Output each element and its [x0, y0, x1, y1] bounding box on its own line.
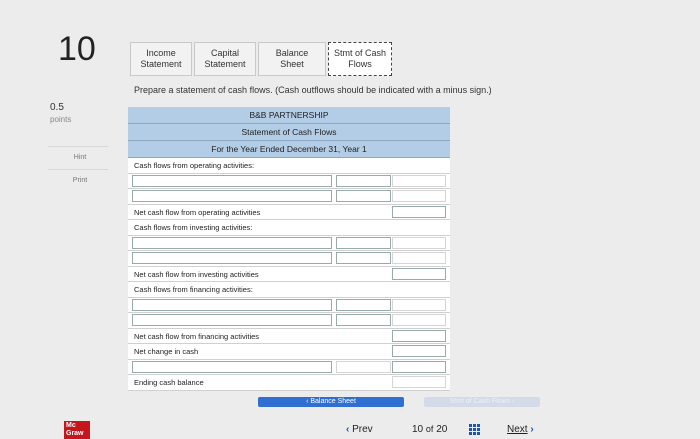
question-grid-icon[interactable] — [469, 424, 481, 435]
amount-input[interactable] — [336, 174, 391, 187]
financing-label: Cash flows from financing activities: — [134, 285, 253, 294]
total-input[interactable] — [392, 174, 446, 187]
amount-input[interactable] — [336, 314, 391, 326]
points-display: 0.5 points — [50, 102, 71, 126]
total-input[interactable] — [392, 190, 446, 202]
description-input[interactable] — [132, 236, 332, 249]
description-input[interactable] — [132, 252, 332, 264]
points-label: points — [50, 115, 72, 124]
ending-cash-input[interactable] — [392, 376, 446, 388]
chevron-right-icon: › — [510, 398, 515, 405]
company-name: B&B PARTNERSHIP — [128, 107, 450, 124]
amount-input[interactable] — [336, 360, 391, 373]
net-financing-label: Net cash flow from financing activities — [134, 331, 260, 341]
row-net-investing: Net cash flow from investing activities — [128, 266, 450, 282]
operating-label: Cash flows from operating activities: — [134, 161, 255, 170]
amount-input[interactable] — [336, 252, 391, 264]
row-ending-cash: Ending cash balance — [128, 375, 450, 391]
description-input[interactable] — [132, 314, 332, 326]
next-tab-button[interactable]: Stmt of Cash Flows › — [424, 397, 540, 407]
instructions: Prepare a statement of cash flows. (Cash… — [134, 85, 492, 95]
net-investing-label: Net cash flow from investing activities — [134, 269, 259, 279]
row-net-operating: Net cash flow from operating activities — [128, 204, 450, 220]
statement-title: Statement of Cash Flows — [128, 124, 450, 141]
amount-input[interactable] — [336, 298, 391, 311]
input-row — [128, 313, 450, 329]
mcgraw-logo: Mc Graw — [64, 421, 90, 439]
tab-stmt-of-cash-flows[interactable]: Stmt of Cash Flows — [328, 42, 392, 76]
description-input[interactable] — [132, 190, 332, 202]
row-net-change: Net change in cash — [128, 344, 450, 360]
total-input[interactable] — [392, 298, 446, 311]
row-operating-header: Cash flows from operating activities: — [128, 158, 450, 174]
prev-tab-button[interactable]: ‹ Balance Sheet — [258, 397, 404, 407]
amount-input[interactable] — [336, 190, 391, 202]
net-operating-input[interactable] — [392, 205, 446, 218]
tab-capital-statement[interactable]: Capital Statement — [194, 42, 256, 76]
prev-question-button[interactable]: ‹ Prev — [346, 424, 373, 435]
net-operating-label: Net cash flow from operating activities — [134, 207, 261, 217]
statement-tabs: Income Statement Capital Statement Balance… — [130, 42, 394, 76]
description-input[interactable] — [132, 298, 332, 311]
question-number: 10 — [58, 30, 96, 68]
total-input[interactable] — [392, 252, 446, 264]
row-financing-header: Cash flows from financing activities: — [128, 282, 450, 298]
input-row — [128, 297, 450, 313]
description-input[interactable] — [132, 174, 332, 187]
description-input[interactable] — [132, 360, 332, 373]
net-change-label: Net change in cash — [134, 347, 199, 356]
net-change-input[interactable] — [392, 345, 446, 357]
cash-flow-worksheet: B&B PARTNERSHIP Statement of Cash Flows … — [128, 107, 450, 391]
divider — [48, 146, 108, 147]
net-investing-input[interactable] — [392, 267, 446, 280]
input-row — [128, 359, 450, 375]
question-position: 10 of 20 — [412, 424, 448, 435]
ending-cash-label: Ending cash balance — [134, 378, 204, 387]
input-row — [128, 251, 450, 267]
total-input[interactable] — [392, 314, 446, 326]
amount-input[interactable] — [336, 236, 391, 249]
tab-balance-sheet[interactable]: Balance Sheet — [258, 42, 326, 76]
net-financing-input[interactable] — [392, 329, 446, 342]
divider — [48, 169, 108, 170]
row-investing-header: Cash flows from investing activities: — [128, 220, 450, 236]
input-row — [128, 235, 450, 251]
investing-label: Cash flows from investing activities: — [134, 223, 253, 232]
total-input[interactable] — [392, 236, 446, 249]
chevron-right-icon: › — [530, 424, 534, 435]
hint-link[interactable]: Hint — [55, 154, 105, 161]
input-row — [128, 189, 450, 205]
chevron-left-icon: ‹ — [346, 424, 350, 435]
next-question-button[interactable]: Next › — [507, 424, 534, 435]
points-value: 0.5 — [50, 102, 64, 113]
input-row — [128, 173, 450, 189]
total-input[interactable] — [392, 360, 446, 373]
tab-income-statement[interactable]: Income Statement — [130, 42, 192, 76]
row-net-financing: Net cash flow from financing activities — [128, 328, 450, 344]
print-link[interactable]: Print — [55, 177, 105, 184]
statement-period: For the Year Ended December 31, Year 1 — [128, 141, 450, 158]
